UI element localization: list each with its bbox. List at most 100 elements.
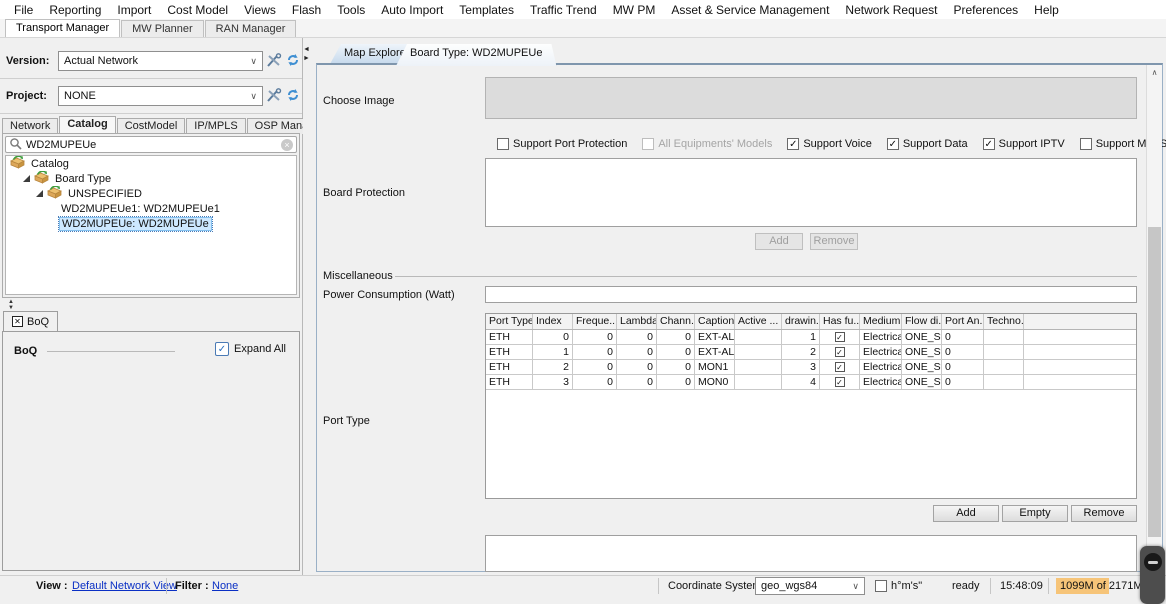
- port-type-empty-button[interactable]: Empty: [1002, 505, 1068, 522]
- menu-network-request[interactable]: Network Request: [837, 3, 945, 17]
- board-protection-list[interactable]: [485, 158, 1137, 227]
- cell-has-fu[interactable]: [820, 360, 860, 374]
- hms-checkbox[interactable]: [875, 580, 887, 592]
- column-header-port-an[interactable]: Port An...: [942, 314, 984, 329]
- scroll-up-icon[interactable]: ∧: [1147, 65, 1162, 80]
- expand-all-control[interactable]: ✓ Expand All: [215, 342, 286, 356]
- cell-checkbox[interactable]: [835, 347, 845, 357]
- column-header-medium[interactable]: Medium...: [860, 314, 902, 329]
- column-header-has-fu[interactable]: Has fu...: [820, 314, 860, 329]
- cell-medium: Electrical: [860, 375, 902, 389]
- checkbox-support-port-protection[interactable]: Support Port Protection: [497, 138, 627, 150]
- menu-mw-pm[interactable]: MW PM: [605, 3, 664, 17]
- view-link[interactable]: Default Network View: [72, 580, 177, 592]
- menu-reporting[interactable]: Reporting: [41, 3, 109, 17]
- menu-flash[interactable]: Flash: [284, 3, 329, 17]
- menu-help[interactable]: Help: [1026, 3, 1067, 17]
- image-placeholder[interactable]: [485, 77, 1137, 119]
- boq-group-divider: [47, 351, 175, 352]
- expander-icon[interactable]: [23, 175, 30, 182]
- column-header-techno[interactable]: Techno...: [984, 314, 1024, 329]
- tree-item-catalog[interactable]: Catalog: [6, 156, 296, 171]
- menu-views[interactable]: Views: [236, 3, 284, 17]
- checkbox-box[interactable]: [887, 138, 899, 150]
- menu-bar: FileReportingImportCost ModelViewsFlashT…: [0, 0, 1166, 19]
- checkbox-box[interactable]: [983, 138, 995, 150]
- tree-item-wd2mupeue-wd2mupeue[interactable]: WD2MUPEUe: WD2MUPEUe: [6, 216, 296, 231]
- close-icon[interactable]: ✕: [12, 316, 23, 327]
- menu-templates[interactable]: Templates: [451, 3, 522, 17]
- sidebar-tab-costmodel[interactable]: CostModel: [117, 118, 186, 134]
- column-header-caption[interactable]: Caption: [695, 314, 735, 329]
- column-header-active[interactable]: Active ...: [735, 314, 782, 329]
- power-consumption-input[interactable]: [485, 286, 1137, 303]
- column-header-flow-di[interactable]: Flow di...: [902, 314, 942, 329]
- collapse-right-icon[interactable]: ►: [303, 55, 310, 62]
- panel-splitter-vertical[interactable]: ◄ ►: [303, 38, 310, 575]
- menu-asset-service-management[interactable]: Asset & Service Management: [663, 3, 837, 17]
- cell-filler: [1024, 375, 1136, 389]
- cell-drawin: 1: [782, 330, 820, 344]
- cell-has-fu[interactable]: [820, 330, 860, 344]
- menu-preferences[interactable]: Preferences: [945, 3, 1026, 17]
- cell-freque: 0: [573, 360, 617, 374]
- clear-search-icon[interactable]: ×: [281, 139, 293, 151]
- column-header-freque[interactable]: Freque...: [573, 314, 617, 329]
- cell-has-fu[interactable]: [820, 345, 860, 359]
- cell-has-fu[interactable]: [820, 375, 860, 389]
- project-refresh-icon[interactable]: [286, 88, 304, 104]
- sidebar-tab-network[interactable]: Network: [2, 118, 58, 134]
- menu-traffic-trend[interactable]: Traffic Trend: [522, 3, 605, 17]
- expand-all-checkbox[interactable]: ✓: [215, 342, 229, 356]
- column-header-chann[interactable]: Chann...: [657, 314, 695, 329]
- column-header-lambda[interactable]: Lambda...: [617, 314, 657, 329]
- column-header-port-type[interactable]: Port Type: [486, 314, 533, 329]
- port-type-remove-button[interactable]: Remove: [1071, 505, 1137, 522]
- menu-import[interactable]: Import: [109, 3, 159, 17]
- tab-boq[interactable]: ✕ BoQ: [3, 311, 58, 331]
- workspace-tab-ran-manager[interactable]: RAN Manager: [205, 20, 297, 37]
- tab-board-type[interactable]: Board Type: WD2MUPEUe: [396, 44, 556, 66]
- checkbox-support-data[interactable]: Support Data: [887, 138, 968, 150]
- column-header-drawin[interactable]: drawin...: [782, 314, 820, 329]
- workspace-tab-mw-planner[interactable]: MW Planner: [121, 20, 204, 37]
- checkbox-box[interactable]: [1080, 138, 1092, 150]
- cell-checkbox[interactable]: [835, 377, 845, 387]
- expander-icon[interactable]: [36, 190, 43, 197]
- column-header-index[interactable]: Index: [533, 314, 573, 329]
- description-box[interactable]: [485, 535, 1137, 572]
- filter-link[interactable]: None: [212, 580, 238, 592]
- cell-checkbox[interactable]: [835, 362, 845, 372]
- version-tools-icon[interactable]: [266, 53, 284, 69]
- checkbox-support-iptv[interactable]: Support IPTV: [983, 138, 1065, 150]
- sidebar-tab-catalog[interactable]: Catalog: [59, 116, 115, 134]
- menu-auto-import[interactable]: Auto Import: [373, 3, 451, 17]
- workspace-tab-transport-manager[interactable]: Transport Manager: [5, 19, 120, 37]
- menu-file[interactable]: File: [6, 3, 41, 17]
- cell-index: 0: [533, 330, 573, 344]
- vertical-scrollbar[interactable]: ∧ ∨: [1146, 65, 1162, 572]
- search-input[interactable]: WD2MUPEUe ×: [5, 136, 297, 153]
- cell-filler: [1024, 345, 1136, 359]
- cell-checkbox[interactable]: [835, 332, 845, 342]
- scrollbar-thumb[interactable]: [1148, 227, 1161, 537]
- collapse-left-icon[interactable]: ◄: [303, 46, 310, 53]
- tree-item-unspecified[interactable]: UNSPECIFIED: [6, 186, 296, 201]
- coordinate-system-select[interactable]: geo_wgs84 ∨: [755, 577, 865, 595]
- version-select[interactable]: Actual Network ∨: [58, 51, 263, 71]
- project-tools-icon[interactable]: [266, 88, 284, 104]
- sidebar-tab-ip-mpls[interactable]: IP/MPLS: [186, 118, 245, 134]
- tree-item-wd2mupeue1-wd2mupeue1[interactable]: WD2MUPEUe1: WD2MUPEUe1: [6, 201, 296, 216]
- checkbox-box[interactable]: [497, 138, 509, 150]
- checkbox-box[interactable]: [787, 138, 799, 150]
- catalog-folder-icon: [34, 171, 49, 187]
- version-refresh-icon[interactable]: [286, 53, 304, 69]
- memory-indicator[interactable]: 1099M of 2171M: [1056, 578, 1150, 594]
- project-select[interactable]: NONE ∨: [58, 86, 263, 106]
- checkbox-support-voice[interactable]: Support Voice: [787, 138, 872, 150]
- port-type-add-button[interactable]: Add: [933, 505, 999, 522]
- menu-cost-model[interactable]: Cost Model: [159, 3, 236, 17]
- tree-item-board-type[interactable]: Board Type: [6, 171, 296, 186]
- menu-tools[interactable]: Tools: [329, 3, 373, 17]
- overlay-widget[interactable]: [1140, 546, 1165, 604]
